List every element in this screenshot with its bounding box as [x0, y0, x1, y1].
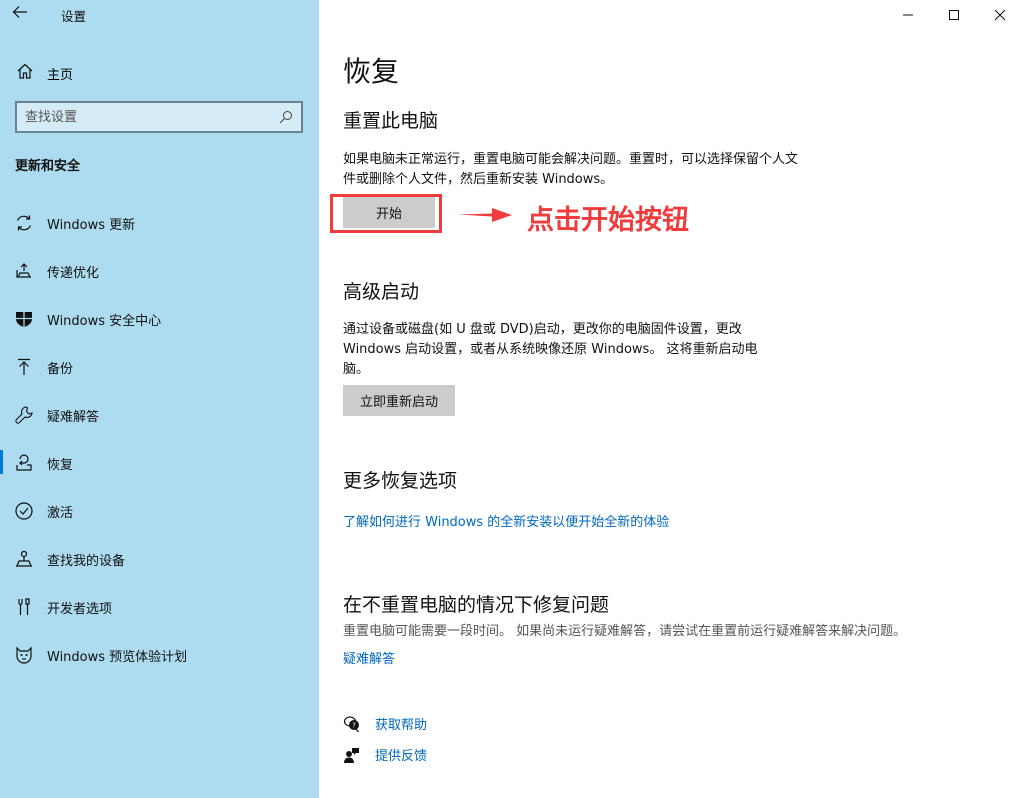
close-icon	[994, 9, 1006, 21]
check-circle-icon	[15, 502, 33, 520]
sidebar-item-recovery[interactable]: 恢复	[0, 446, 319, 494]
highlight-box	[330, 194, 442, 233]
delivery-upload-icon	[16, 263, 31, 278]
sidebar-nav: Windows 更新 传递优化 Windows 安全中心 备份 疑难解答 恢复 …	[0, 206, 319, 686]
advanced-startup-heading: 高级启动	[343, 281, 420, 303]
svg-text:?: ?	[352, 722, 356, 730]
minimize-button[interactable]	[885, 0, 931, 30]
recovery-icon	[16, 454, 32, 471]
troubleshoot-link[interactable]: 疑难解答	[343, 648, 395, 667]
search-input[interactable]	[25, 107, 265, 127]
sidebar-item-find-my-device[interactable]: 查找我的设备	[0, 542, 319, 590]
sidebar-item-label: 恢复	[47, 458, 74, 473]
arrow-left-icon	[12, 6, 27, 18]
sidebar-home-label: 主页	[47, 68, 74, 83]
sidebar-item-windows-update[interactable]: Windows 更新	[0, 206, 319, 254]
back-button[interactable]	[12, 4, 34, 24]
developer-tools-icon	[18, 598, 30, 615]
app-title: 设置	[61, 9, 87, 24]
sync-icon	[16, 215, 32, 231]
feedback-label: 提供反馈	[375, 749, 428, 764]
shield-icon	[16, 312, 32, 327]
advanced-startup-description: 通过设备或磁盘(如 U 盘或 DVD)启动，更改你的电脑固件设置，更改 Wind…	[343, 322, 758, 377]
sidebar-item-label: 开发者选项	[47, 602, 113, 617]
sidebar-item-developer-options[interactable]: 开发者选项	[0, 590, 319, 638]
fresh-install-link[interactable]: 了解如何进行 Windows 的全新安装以便开始全新的体验	[343, 511, 669, 530]
sidebar-item-label: Windows 预览体验计划	[47, 650, 188, 665]
sidebar-item-label: 查找我的设备	[47, 554, 126, 569]
reset-pc-heading: 重置此电脑	[343, 110, 439, 132]
backup-arrow-up-icon	[18, 358, 30, 375]
sidebar-item-activation[interactable]: 激活	[0, 494, 319, 542]
home-icon	[17, 63, 33, 79]
feedback-icon	[344, 748, 359, 763]
chat-help-icon: ?	[343, 716, 359, 733]
sidebar-home[interactable]: 主页	[0, 58, 319, 86]
reset-pc-description: 如果电脑未正常运行，重置电脑可能会解决问题。重置时，可以选择保留个人文件或删除个…	[343, 152, 799, 187]
annotation-text: 点击开始按钮	[527, 205, 689, 236]
get-help-label: 获取帮助	[375, 718, 428, 733]
sidebar-item-windows-insider[interactable]: Windows 预览体验计划	[0, 638, 319, 686]
sidebar-item-label: 激活	[47, 506, 74, 521]
sidebar-item-delivery-optimization[interactable]: 传递优化	[0, 254, 319, 302]
fix-without-reset-description: 重置电脑可能需要一段时间。 如果尚未运行疑难解答，请尝试在重置前运行疑难解答来解…	[343, 624, 907, 639]
sidebar-item-troubleshoot[interactable]: 疑难解答	[0, 398, 319, 446]
search-icon[interactable]	[279, 110, 293, 124]
sidebar: 设置 主页 更新和安全 Windows 更新 传递优化 Windows 安全中心…	[0, 0, 319, 798]
maximize-icon	[949, 10, 959, 20]
more-recovery-options-heading: 更多恢复选项	[343, 470, 458, 492]
sidebar-item-label: Windows 安全中心	[47, 314, 162, 329]
fix-without-reset-heading: 在不重置电脑的情况下修复问题	[343, 594, 610, 616]
minimize-icon	[903, 14, 913, 16]
restart-now-button[interactable]: 立即重新启动	[343, 385, 455, 416]
find-device-icon	[16, 550, 32, 567]
arrow-right-icon	[458, 208, 512, 222]
sidebar-item-label: Windows 更新	[47, 218, 136, 233]
sidebar-item-label: 备份	[47, 362, 74, 377]
insider-cat-icon	[16, 646, 32, 664]
sidebar-item-label: 传递优化	[47, 266, 100, 281]
section-title: 更新和安全	[15, 159, 81, 174]
search-box[interactable]	[15, 101, 303, 133]
sidebar-item-label: 疑难解答	[47, 410, 100, 425]
wrench-icon	[15, 406, 33, 424]
maximize-button[interactable]	[931, 0, 977, 30]
sidebar-item-windows-security[interactable]: Windows 安全中心	[0, 302, 319, 350]
page-title: 恢复	[343, 55, 400, 88]
sidebar-item-backup[interactable]: 备份	[0, 350, 319, 398]
close-button[interactable]	[977, 0, 1023, 30]
